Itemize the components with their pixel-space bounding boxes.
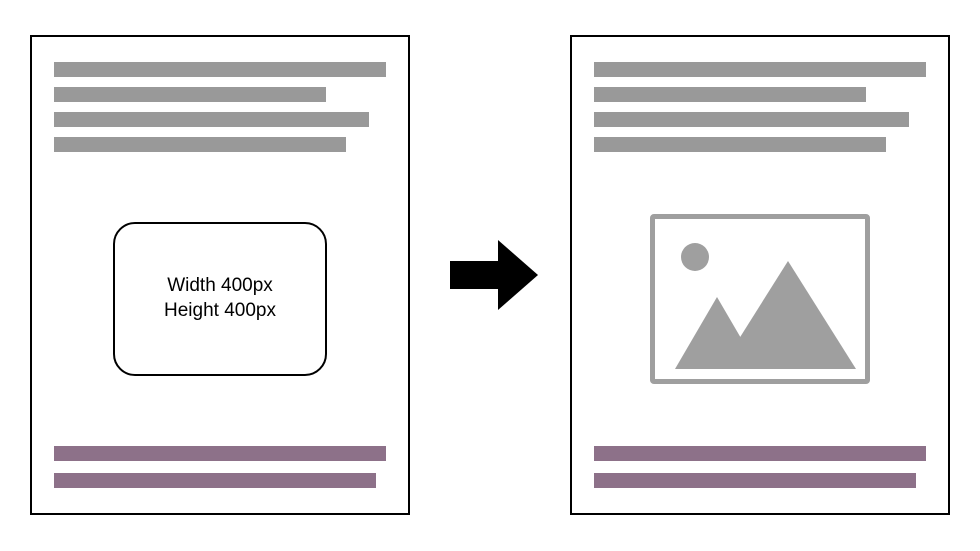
text-bars-top xyxy=(54,62,386,152)
text-bar xyxy=(594,112,909,127)
text-bar xyxy=(54,62,386,77)
image-placeholder-icon xyxy=(650,214,870,384)
image-placeholder-scene xyxy=(655,219,865,379)
text-bars-top xyxy=(594,62,926,152)
diagram-stage: Width 400px Height 400px xyxy=(0,0,980,551)
text-bar xyxy=(594,62,926,77)
footer-bars xyxy=(54,446,386,488)
text-bar xyxy=(54,137,346,152)
placeholder-width-label: Width 400px xyxy=(167,274,273,299)
text-bar xyxy=(54,87,326,102)
footer-bars xyxy=(594,446,926,488)
placeholder-height-label: Height 400px xyxy=(164,299,276,324)
arrow-shaft xyxy=(450,261,498,289)
text-bar xyxy=(54,112,369,127)
mountain-small-icon xyxy=(675,297,759,369)
footer-bar xyxy=(54,473,376,488)
page-right xyxy=(570,35,950,515)
page-left: Width 400px Height 400px xyxy=(30,35,410,515)
text-bar xyxy=(594,87,866,102)
text-bar xyxy=(594,137,886,152)
arrow-head xyxy=(498,240,538,310)
arrow-right-icon xyxy=(450,240,540,310)
footer-bar xyxy=(594,473,916,488)
image-preview-area xyxy=(594,172,926,426)
footer-bar xyxy=(54,446,386,461)
sun-icon xyxy=(681,243,709,271)
image-dimensions-box: Width 400px Height 400px xyxy=(113,222,327,376)
placeholder-area: Width 400px Height 400px xyxy=(54,172,386,426)
footer-bar xyxy=(594,446,926,461)
